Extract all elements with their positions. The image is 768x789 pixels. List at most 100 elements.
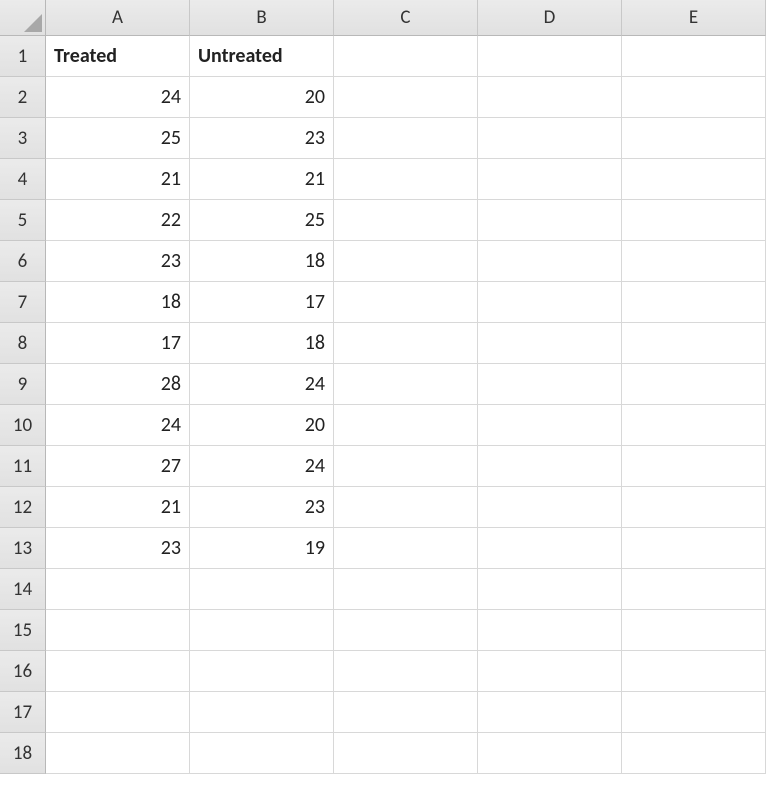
cell-D12[interactable]	[478, 487, 622, 528]
cell-E8[interactable]	[622, 323, 766, 364]
cell-C2[interactable]	[334, 77, 478, 118]
cell-E5[interactable]	[622, 200, 766, 241]
cell-D1[interactable]	[478, 36, 622, 77]
cell-B11[interactable]: 24	[190, 446, 334, 487]
cell-E11[interactable]	[622, 446, 766, 487]
row-header-16[interactable]: 16	[0, 651, 46, 692]
cell-E14[interactable]	[622, 569, 766, 610]
row-header-9[interactable]: 9	[0, 364, 46, 405]
cell-B1[interactable]: Untreated	[190, 36, 334, 77]
cell-C3[interactable]	[334, 118, 478, 159]
row-header-11[interactable]: 11	[0, 446, 46, 487]
cell-A18[interactable]	[46, 733, 190, 774]
cell-E15[interactable]	[622, 610, 766, 651]
row-header-1[interactable]: 1	[0, 36, 46, 77]
cell-A6[interactable]: 23	[46, 241, 190, 282]
cell-D10[interactable]	[478, 405, 622, 446]
cell-E12[interactable]	[622, 487, 766, 528]
cell-C5[interactable]	[334, 200, 478, 241]
cell-D6[interactable]	[478, 241, 622, 282]
cell-D13[interactable]	[478, 528, 622, 569]
cell-D11[interactable]	[478, 446, 622, 487]
cell-D15[interactable]	[478, 610, 622, 651]
cell-A2[interactable]: 24	[46, 77, 190, 118]
cell-E7[interactable]	[622, 282, 766, 323]
row-header-15[interactable]: 15	[0, 610, 46, 651]
row-header-17[interactable]: 17	[0, 692, 46, 733]
cell-A3[interactable]: 25	[46, 118, 190, 159]
cell-A13[interactable]: 23	[46, 528, 190, 569]
cell-A11[interactable]: 27	[46, 446, 190, 487]
cell-D2[interactable]	[478, 77, 622, 118]
cell-E6[interactable]	[622, 241, 766, 282]
cell-A7[interactable]: 18	[46, 282, 190, 323]
cell-A12[interactable]: 21	[46, 487, 190, 528]
cell-C14[interactable]	[334, 569, 478, 610]
cell-C15[interactable]	[334, 610, 478, 651]
cell-A8[interactable]: 17	[46, 323, 190, 364]
cell-A17[interactable]	[46, 692, 190, 733]
cell-A15[interactable]	[46, 610, 190, 651]
cell-C6[interactable]	[334, 241, 478, 282]
cell-E18[interactable]	[622, 733, 766, 774]
col-header-D[interactable]: D	[478, 0, 622, 36]
row-header-4[interactable]: 4	[0, 159, 46, 200]
cell-A1[interactable]: Treated	[46, 36, 190, 77]
cell-C11[interactable]	[334, 446, 478, 487]
cell-B13[interactable]: 19	[190, 528, 334, 569]
cell-D4[interactable]	[478, 159, 622, 200]
cell-A5[interactable]: 22	[46, 200, 190, 241]
cell-C13[interactable]	[334, 528, 478, 569]
row-header-6[interactable]: 6	[0, 241, 46, 282]
row-header-13[interactable]: 13	[0, 528, 46, 569]
row-header-5[interactable]: 5	[0, 200, 46, 241]
row-header-18[interactable]: 18	[0, 733, 46, 774]
cell-A16[interactable]	[46, 651, 190, 692]
cell-B5[interactable]: 25	[190, 200, 334, 241]
cell-D7[interactable]	[478, 282, 622, 323]
cell-E9[interactable]	[622, 364, 766, 405]
cell-E10[interactable]	[622, 405, 766, 446]
cell-E2[interactable]	[622, 77, 766, 118]
cell-B12[interactable]: 23	[190, 487, 334, 528]
cell-D3[interactable]	[478, 118, 622, 159]
col-header-C[interactable]: C	[334, 0, 478, 36]
row-header-3[interactable]: 3	[0, 118, 46, 159]
cell-D5[interactable]	[478, 200, 622, 241]
cell-B8[interactable]: 18	[190, 323, 334, 364]
cell-B10[interactable]: 20	[190, 405, 334, 446]
cell-B15[interactable]	[190, 610, 334, 651]
cell-E13[interactable]	[622, 528, 766, 569]
row-header-10[interactable]: 10	[0, 405, 46, 446]
cell-E1[interactable]	[622, 36, 766, 77]
col-header-A[interactable]: A	[46, 0, 190, 36]
cell-C8[interactable]	[334, 323, 478, 364]
cell-D16[interactable]	[478, 651, 622, 692]
cell-B14[interactable]	[190, 569, 334, 610]
cell-E17[interactable]	[622, 692, 766, 733]
row-header-12[interactable]: 12	[0, 487, 46, 528]
cell-E16[interactable]	[622, 651, 766, 692]
col-header-B[interactable]: B	[190, 0, 334, 36]
cell-C10[interactable]	[334, 405, 478, 446]
cell-B4[interactable]: 21	[190, 159, 334, 200]
cell-B16[interactable]	[190, 651, 334, 692]
cell-B6[interactable]: 18	[190, 241, 334, 282]
cell-C16[interactable]	[334, 651, 478, 692]
cell-D8[interactable]	[478, 323, 622, 364]
cell-D17[interactable]	[478, 692, 622, 733]
col-header-E[interactable]: E	[622, 0, 766, 36]
cell-D9[interactable]	[478, 364, 622, 405]
cell-B2[interactable]: 20	[190, 77, 334, 118]
cell-A9[interactable]: 28	[46, 364, 190, 405]
row-header-8[interactable]: 8	[0, 323, 46, 364]
cell-C4[interactable]	[334, 159, 478, 200]
row-header-2[interactable]: 2	[0, 77, 46, 118]
row-header-7[interactable]: 7	[0, 282, 46, 323]
cell-A4[interactable]: 21	[46, 159, 190, 200]
select-all-corner[interactable]	[0, 0, 46, 36]
row-header-14[interactable]: 14	[0, 569, 46, 610]
cell-B7[interactable]: 17	[190, 282, 334, 323]
cell-D14[interactable]	[478, 569, 622, 610]
cell-C1[interactable]	[334, 36, 478, 77]
